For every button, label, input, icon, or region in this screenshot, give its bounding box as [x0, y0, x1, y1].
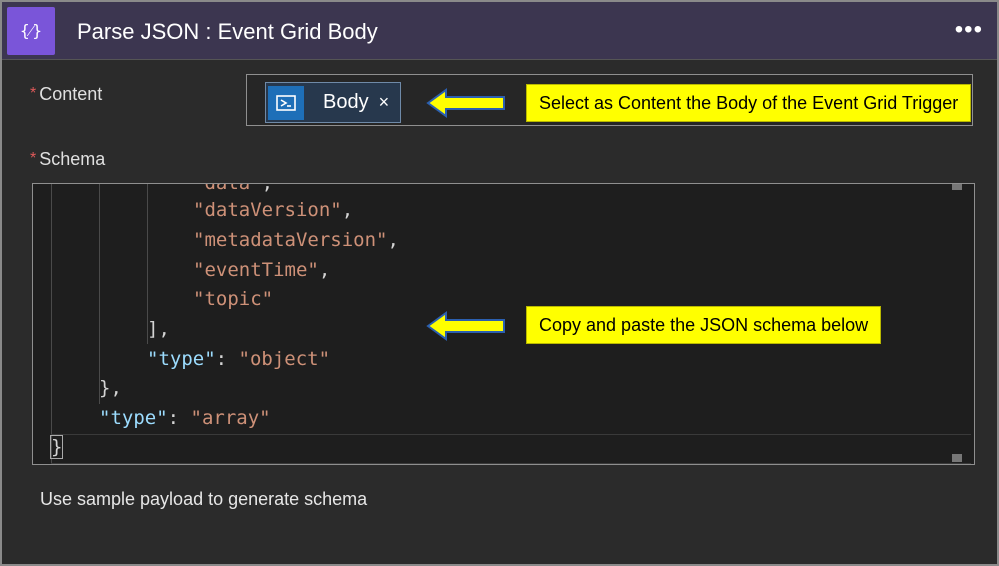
code-line: } [49, 435, 64, 459]
current-line [51, 434, 971, 464]
code-line: ], [147, 318, 170, 340]
action-header[interactable]: {⁄} Parse JSON : Event Grid Body ••• [2, 2, 997, 60]
arrow-left-icon [426, 88, 505, 118]
schema-callout: Copy and paste the JSON schema below [526, 306, 882, 344]
required-marker: * [30, 85, 37, 102]
arrow-left-icon [426, 311, 505, 341]
schema-label-text: Schema [39, 149, 106, 169]
more-options-icon[interactable]: ••• [955, 16, 983, 44]
header-icon-glyph: {⁄} [20, 21, 42, 40]
content-label-text: Content [39, 84, 103, 104]
code-line: "metadataVersion", [193, 229, 399, 251]
schema-label: * Schema [30, 149, 105, 170]
event-grid-icon [268, 85, 304, 120]
code-line: "topic" [193, 288, 274, 310]
remove-token-icon[interactable]: × [379, 92, 390, 113]
action-title[interactable]: Parse JSON : Event Grid Body [77, 19, 378, 45]
scrollbar-bottom[interactable] [952, 454, 962, 462]
indent-guide [51, 184, 52, 464]
indent-guide [99, 184, 100, 404]
body-token[interactable]: Body × [265, 82, 401, 123]
sample-payload-link[interactable]: Use sample payload to generate schema [40, 489, 367, 510]
code-line: "type": "array" [99, 407, 271, 429]
required-marker: * [30, 150, 37, 167]
token-label: Body [323, 91, 369, 113]
curly-braces-icon: {⁄} [7, 7, 55, 55]
code-line: "type": "object" [147, 348, 331, 370]
scrollbar-top[interactable] [952, 184, 962, 190]
code-line: }, [99, 377, 122, 399]
content-label: * Content [30, 84, 102, 105]
content-callout: Select as Content the Body of the Event … [526, 84, 972, 122]
code-line: "dataVersion", [193, 199, 354, 221]
parse-json-card: {⁄} Parse JSON : Event Grid Body ••• * Co… [0, 0, 999, 566]
code-line: "eventTime", [193, 259, 331, 281]
